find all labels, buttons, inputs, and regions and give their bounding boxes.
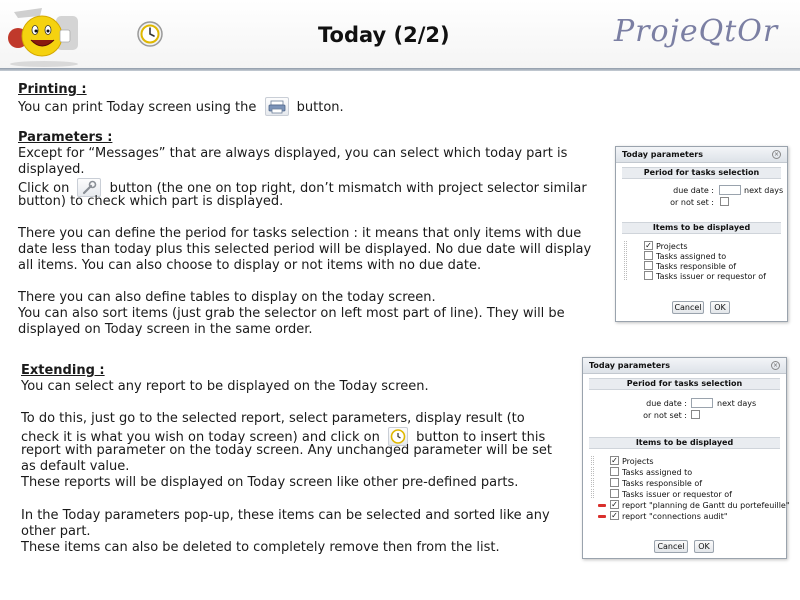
parameters-text: date less than today plus this selected … (18, 242, 592, 257)
popup-title: Today parameters (622, 150, 703, 159)
popup-titlebar: Today parameters × (616, 147, 787, 163)
header-divider (0, 68, 800, 71)
page-header: Today (2/2) ProjeQtOr (0, 0, 800, 70)
parameters-text: There you can also define tables to disp… (18, 290, 436, 305)
today-clock-icon[interactable] (136, 20, 164, 48)
item-label: Tasks responsible of (656, 262, 737, 271)
drag-handle[interactable] (624, 271, 627, 280)
drag-handle[interactable] (591, 478, 594, 487)
item-checkbox[interactable]: ✓ (644, 241, 653, 250)
popup-title: Today parameters (589, 361, 670, 370)
item-checkbox[interactable] (610, 478, 619, 487)
period-section-header: Period for tasks selection (589, 378, 780, 390)
item-label: Projects (622, 457, 654, 466)
item-checkbox[interactable] (644, 261, 653, 270)
drag-handle[interactable] (624, 261, 627, 270)
page-title: Today (2/2) (318, 23, 450, 47)
close-icon[interactable]: × (772, 150, 781, 159)
printer-icon (268, 100, 285, 114)
due-date-input[interactable] (691, 398, 713, 408)
extending-text: as default value. (21, 459, 130, 474)
or-not-set-checkbox[interactable] (691, 410, 700, 419)
item-checkbox[interactable] (644, 271, 653, 280)
extending-text: These reports will be displayed on Today… (21, 475, 519, 490)
item-label: Tasks issuer or requestor of (622, 490, 732, 499)
item-checkbox[interactable]: ✓ (610, 511, 619, 520)
today-parameters-popup: Today parameters × Period for tasks sele… (615, 146, 788, 322)
drag-handle[interactable] (624, 241, 627, 250)
printing-text-after: button. (296, 100, 344, 115)
ok-button[interactable]: OK (710, 301, 730, 314)
parameters-text: displayed. (18, 162, 85, 177)
item-checkbox[interactable] (610, 467, 619, 476)
delete-item-icon[interactable] (598, 504, 606, 507)
cancel-button[interactable]: Cancel (654, 540, 688, 553)
extending-text: To do this, just go to the selected repo… (21, 411, 525, 426)
popup-titlebar: Today parameters × (583, 358, 786, 374)
item-label: report "connections audit" (622, 512, 728, 521)
extending-heading: Extending : (21, 363, 105, 378)
drag-handle[interactable] (624, 251, 627, 260)
or-not-set-label: or not set : (670, 198, 714, 207)
extending-text: report with parameter on the today scree… (21, 443, 552, 458)
parameters-text: all items. You can also choose to displa… (18, 258, 482, 273)
item-label: report "planning de Gantt du portefeuill… (622, 501, 790, 510)
parameters-heading: Parameters : (18, 130, 113, 145)
item-checkbox[interactable] (644, 251, 653, 260)
item-label: Tasks responsible of (622, 479, 703, 488)
printing-line: You can print Today screen using the but… (18, 97, 344, 116)
parameters-text: button) to check which part is displayed… (18, 194, 284, 209)
delete-item-icon[interactable] (598, 515, 606, 518)
ok-button[interactable]: OK (694, 540, 714, 553)
printing-text-before: You can print Today screen using the (18, 100, 257, 115)
period-section-header: Period for tasks selection (622, 167, 781, 179)
extending-text: These items can also be deleted to compl… (21, 540, 500, 555)
or-not-set-checkbox[interactable] (720, 197, 729, 206)
item-label: Tasks assigned to (656, 252, 727, 261)
extending-text: In the Today parameters pop-up, these it… (21, 508, 550, 523)
close-icon[interactable]: × (771, 361, 780, 370)
drag-handle[interactable] (591, 489, 594, 498)
extending-text: You can select any report to be displaye… (21, 379, 429, 394)
item-checkbox[interactable]: ✓ (610, 500, 619, 509)
item-label: Tasks issuer or requestor of (656, 272, 766, 281)
cancel-button[interactable]: Cancel (672, 301, 704, 314)
print-button[interactable] (264, 97, 289, 116)
item-label: Tasks assigned to (622, 468, 693, 477)
parameters-text: There you can define the period for task… (18, 226, 582, 241)
today-parameters-popup-with-reports: Today parameters × Period for tasks sele… (582, 357, 790, 559)
printing-heading: Printing : (18, 82, 87, 97)
next-days-label: next days (717, 399, 757, 408)
parameters-text: You can also sort items (just grab the s… (18, 306, 565, 321)
due-date-label: due date : (646, 399, 687, 408)
extending-text: other part. (21, 524, 91, 539)
smiley-mascot-icon (8, 8, 78, 67)
item-label: Projects (656, 242, 688, 251)
item-checkbox[interactable]: ✓ (610, 456, 619, 465)
next-days-label: next days (744, 186, 784, 195)
drag-handle[interactable] (591, 467, 594, 476)
items-section-header: Items to be displayed (589, 437, 780, 449)
due-date-label: due date : (673, 186, 714, 195)
brand-logo-text: ProjeQtOr (614, 14, 779, 49)
parameters-text: Except for “Messages” that are always di… (18, 146, 568, 161)
due-date-input[interactable] (719, 185, 741, 195)
item-checkbox[interactable] (610, 489, 619, 498)
items-section-header: Items to be displayed (622, 222, 781, 234)
parameters-text: displayed on Today screen in the same or… (18, 322, 313, 337)
drag-handle[interactable] (591, 456, 594, 465)
or-not-set-label: or not set : (643, 411, 687, 420)
